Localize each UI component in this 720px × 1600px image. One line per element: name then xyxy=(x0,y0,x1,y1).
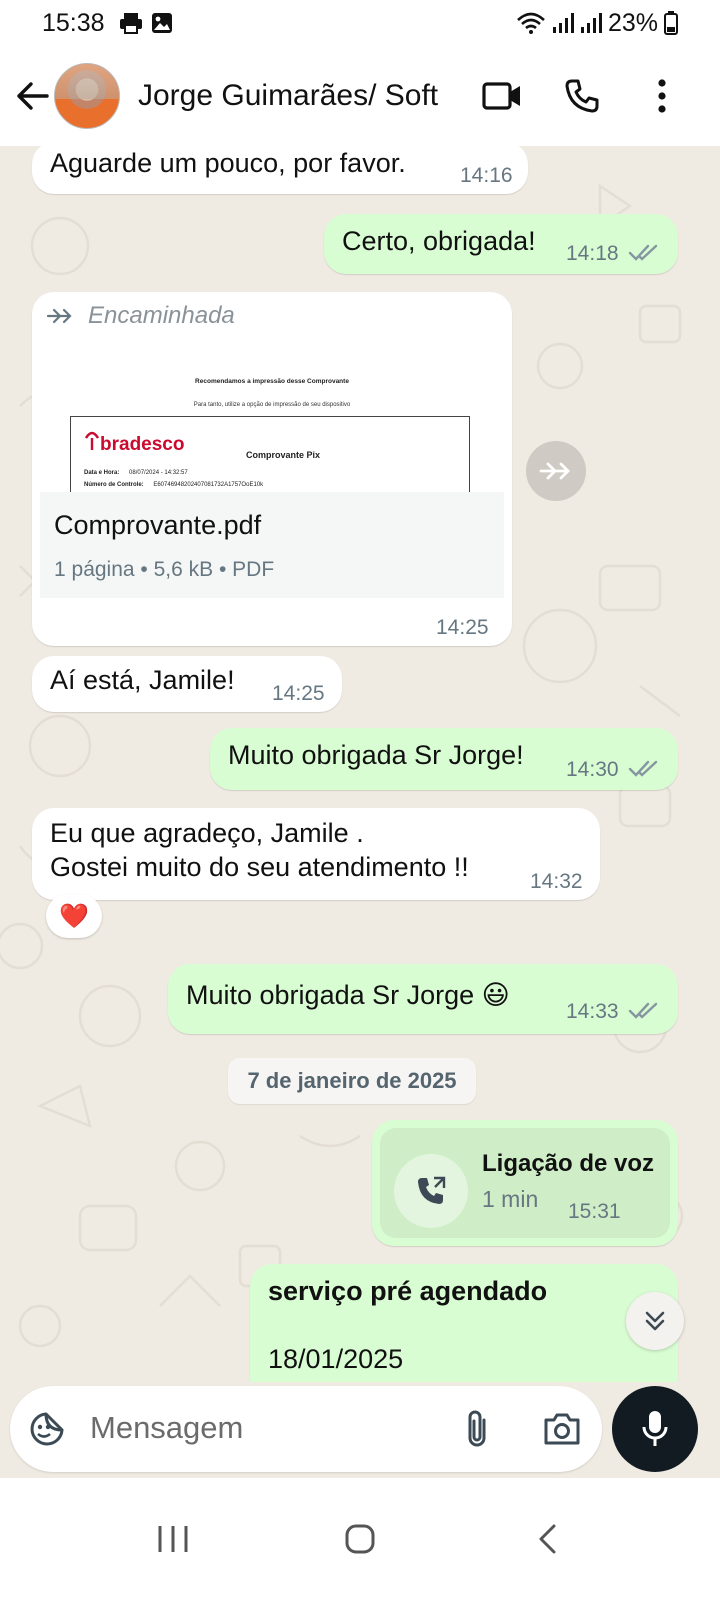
read-ticks-icon xyxy=(628,244,658,261)
battery-percent: 23% xyxy=(607,8,658,37)
message-bubble[interactable]: Aí está, Jamile! 14:25 xyxy=(32,656,342,712)
pdf-preview[interactable]: Recomendamos a impressão desse Comprovan… xyxy=(40,340,504,642)
video-call-icon xyxy=(482,82,520,110)
battery-icon xyxy=(664,11,678,35)
read-ticks-icon xyxy=(628,1002,658,1019)
signal-icon-2 xyxy=(580,13,602,33)
heart-reaction-icon: ❤️ xyxy=(59,902,89,930)
file-meta: 1 página • 5,6 kB • PDF xyxy=(54,558,275,581)
message-time: 14:18 xyxy=(566,242,619,265)
more-vert-icon xyxy=(658,79,666,113)
message-text: Certo, obrigada! xyxy=(342,226,536,256)
bank-brand: bradesco xyxy=(100,434,185,455)
more-options-button[interactable] xyxy=(636,70,688,122)
message-placeholder: Mensagem xyxy=(90,1410,244,1445)
back-arrow-icon xyxy=(17,82,49,110)
video-call-button[interactable] xyxy=(476,70,528,122)
forwarded-label: Encaminhada xyxy=(88,302,235,329)
signal-icon xyxy=(552,13,574,33)
print-icon xyxy=(119,13,142,34)
status-bar: 15:38 23% xyxy=(0,0,720,46)
message-text: Aí está, Jamile! xyxy=(50,665,235,695)
preview-row1-value: 08/07/2024 - 14:32:57 xyxy=(129,470,188,476)
date-separator: 7 de janeiro de 2025 xyxy=(228,1058,476,1104)
home-icon xyxy=(345,1524,375,1554)
contact-name[interactable]: Jorge Guimarães/ Soft xyxy=(138,79,438,113)
chat-area[interactable]: Aguarde um pouco, por favor. 14:16 Certo… xyxy=(0,146,720,1382)
preview-row2-label: Número de Controle: xyxy=(84,482,144,488)
file-name: Comprovante.pdf xyxy=(54,510,262,540)
status-time: 15:38 xyxy=(42,8,105,37)
voice-message-button[interactable] xyxy=(612,1386,698,1472)
call-duration: 1 min xyxy=(482,1186,539,1212)
home-button[interactable] xyxy=(320,1499,400,1579)
call-message[interactable]: Ligação de voz 1 min 15:31 xyxy=(372,1120,678,1246)
chat-header: Jorge Guimarães/ Soft xyxy=(0,46,720,146)
message-text: 18/01/2025 xyxy=(268,1344,404,1374)
composer-bar: Mensagem xyxy=(0,1382,720,1478)
call-icon-circle xyxy=(394,1154,468,1228)
forward-button[interactable] xyxy=(526,441,586,501)
attach-button[interactable] xyxy=(456,1406,498,1452)
scroll-to-bottom-button[interactable] xyxy=(626,1292,684,1350)
image-icon xyxy=(151,13,172,33)
sticker-icon xyxy=(30,1412,64,1446)
sticker-button[interactable] xyxy=(26,1408,68,1450)
message-title: serviço pré agendado xyxy=(268,1276,548,1306)
message-time: 14:25 xyxy=(272,682,325,705)
camera-button[interactable] xyxy=(540,1408,584,1450)
preview-doc-title: Comprovante Pix xyxy=(246,450,321,460)
read-ticks-icon xyxy=(628,760,658,777)
forwarded-icon xyxy=(46,308,72,324)
forward-icon xyxy=(539,462,570,480)
voice-call-button[interactable] xyxy=(556,70,608,122)
message-bubble[interactable]: Certo, obrigada! 14:18 xyxy=(324,214,678,274)
preview-row2-value: E60746948202407081732A1757OoE10k xyxy=(153,482,264,488)
message-text: Muito obrigada Sr Jorge! xyxy=(228,740,524,770)
message-input[interactable]: Mensagem xyxy=(10,1386,602,1472)
double-chevron-down-icon xyxy=(645,1311,665,1331)
outgoing-call-icon xyxy=(418,1176,446,1204)
message-bubble[interactable]: serviço pré agendado 18/01/2025 xyxy=(250,1264,678,1382)
recent-apps-icon xyxy=(158,1526,188,1552)
preview-row1-label: Data e Hora: xyxy=(84,470,120,476)
avatar[interactable] xyxy=(54,63,120,129)
message-bubble[interactable]: Aguarde um pouco, por favor. 14:16 xyxy=(32,146,528,194)
message-text: Aguarde um pouco, por favor. xyxy=(50,148,406,178)
preview-line-2: Para tanto, utilize a opção de impressão… xyxy=(193,402,351,408)
wifi-icon xyxy=(517,12,545,34)
call-title: Ligação de voz xyxy=(482,1150,655,1177)
message-time: 14:30 xyxy=(566,758,619,781)
message-text-line1: Eu que agradeço, Jamile . xyxy=(50,818,364,848)
chevron-left-icon xyxy=(539,1524,556,1554)
message-text: Muito obrigada Sr Jorge 😃 xyxy=(186,980,510,1010)
phone-icon xyxy=(565,79,599,113)
message-time: 14:33 xyxy=(566,1000,619,1023)
camera-icon xyxy=(544,1413,580,1445)
message-time: 15:31 xyxy=(568,1200,621,1223)
attach-icon xyxy=(468,1410,486,1447)
system-back-button[interactable] xyxy=(507,1499,587,1579)
message-bubble[interactable]: Muito obrigada Sr Jorge! 14:30 xyxy=(210,728,678,790)
system-nav-bar xyxy=(0,1478,720,1600)
message-time: 14:25 xyxy=(436,616,489,639)
message-time: 14:32 xyxy=(530,870,583,893)
bradesco-logo-icon xyxy=(84,431,100,450)
document-message[interactable]: Encaminhada Recomendamos a impressão des… xyxy=(32,292,512,646)
mic-icon xyxy=(642,1411,668,1446)
message-bubble[interactable]: Eu que agradeço, Jamile . Gostei muito d… xyxy=(32,808,600,900)
message-text-line2: Gostei muito do seu atendimento !! xyxy=(50,852,469,882)
reaction-badge[interactable]: ❤️ xyxy=(46,894,102,938)
recent-apps-button[interactable] xyxy=(133,1499,213,1579)
message-time: 14:16 xyxy=(460,164,513,187)
message-bubble[interactable]: Muito obrigada Sr Jorge 😃 14:33 xyxy=(168,964,678,1034)
preview-line-1: Recomendamos a impressão desse Comprovan… xyxy=(195,378,349,385)
